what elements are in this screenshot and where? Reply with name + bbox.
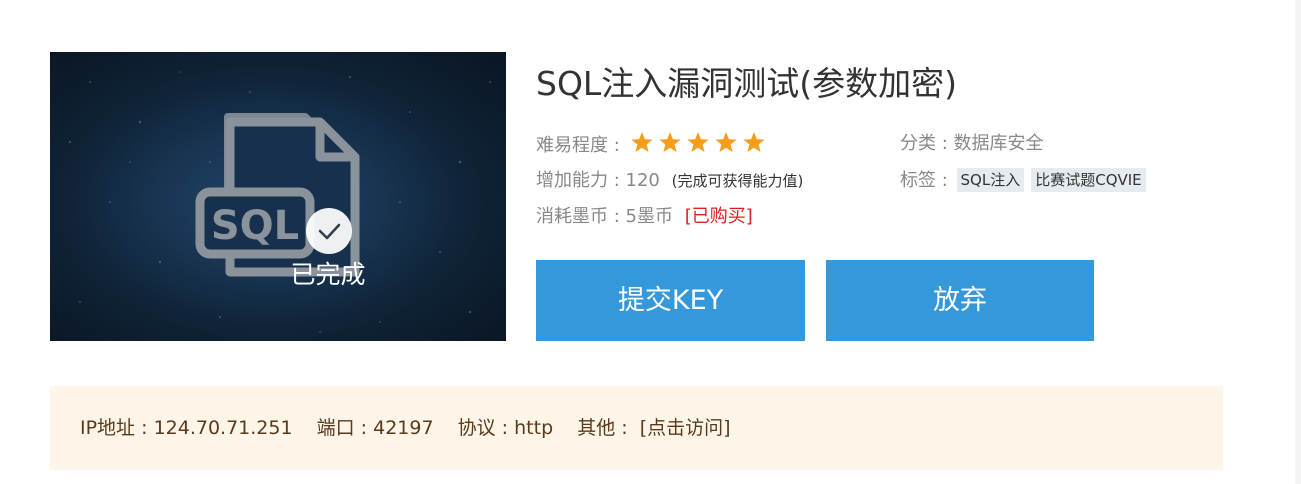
star-icon [742, 131, 766, 162]
visit-link[interactable]: [点击访问] [640, 417, 731, 439]
difficulty-row: 难易程度 : [536, 131, 770, 162]
connection-info-panel: IP地址 : 124.70.71.251 端口 : 42197 协议 : htt… [50, 386, 1223, 470]
protocol-label: 协议 : [457, 417, 509, 439]
page-scrollbar[interactable] [1295, 0, 1301, 484]
abandon-button[interactable]: 放弃 [826, 260, 1094, 341]
star-icon [630, 131, 654, 162]
completed-status-text: 已完成 [290, 260, 366, 289]
ability-note: (完成可获得能力值) [671, 172, 804, 190]
completed-badge [306, 208, 352, 254]
other-label: 其他 : [577, 417, 628, 439]
ip-label: IP地址 : [80, 417, 148, 439]
sql-file-icon: SQL [68, 71, 491, 333]
tags-row: 标签 : SQL注入 比赛试题CQVIE [900, 168, 1150, 194]
ability-label: 增加能力 : [536, 170, 620, 191]
challenge-title: SQL注入漏洞测试(参数加密) [536, 64, 958, 103]
category-value: 数据库安全 [953, 133, 1044, 154]
port-value: 42197 [373, 417, 434, 439]
cost-value: 5墨币 [625, 206, 673, 227]
port-label: 端口 : [316, 417, 368, 439]
other-info: 其他 : [点击访问] [577, 417, 730, 439]
tag-item[interactable]: 比赛试题CQVIE [1031, 168, 1146, 192]
ability-row: 增加能力 : 120 (完成可获得能力值) [536, 168, 803, 194]
challenge-cover-image: SQL 已完成 [50, 52, 506, 341]
star-icon [686, 131, 710, 162]
ability-value: 120 [625, 170, 660, 191]
purchased-status: [已购买] [684, 206, 753, 227]
category-label: 分类 : [900, 133, 948, 154]
tag-item[interactable]: SQL注入 [956, 168, 1025, 192]
star-icon [658, 131, 682, 162]
port-info: 端口 : 42197 [317, 417, 434, 439]
protocol-value: http [514, 417, 554, 439]
connection-info-line: IP地址 : 124.70.71.251 端口 : 42197 协议 : htt… [80, 414, 749, 442]
cover-sql-text: SQL [211, 203, 299, 249]
cost-label: 消耗墨币 : [536, 206, 620, 227]
ip-value: 124.70.71.251 [153, 417, 293, 439]
checkmark-icon [318, 223, 341, 240]
submit-key-button[interactable]: 提交KEY [536, 260, 805, 341]
star-icon [714, 131, 738, 162]
ip-info: IP地址 : 124.70.71.251 [80, 417, 293, 439]
category-row: 分类 : 数据库安全 [900, 131, 1044, 157]
protocol-info: 协议 : http [458, 417, 554, 439]
difficulty-stars [630, 131, 770, 162]
difficulty-label: 难易程度 : [536, 135, 620, 156]
tags-label: 标签 : [900, 170, 948, 191]
cost-row: 消耗墨币 : 5墨币 [已购买] [536, 204, 753, 230]
